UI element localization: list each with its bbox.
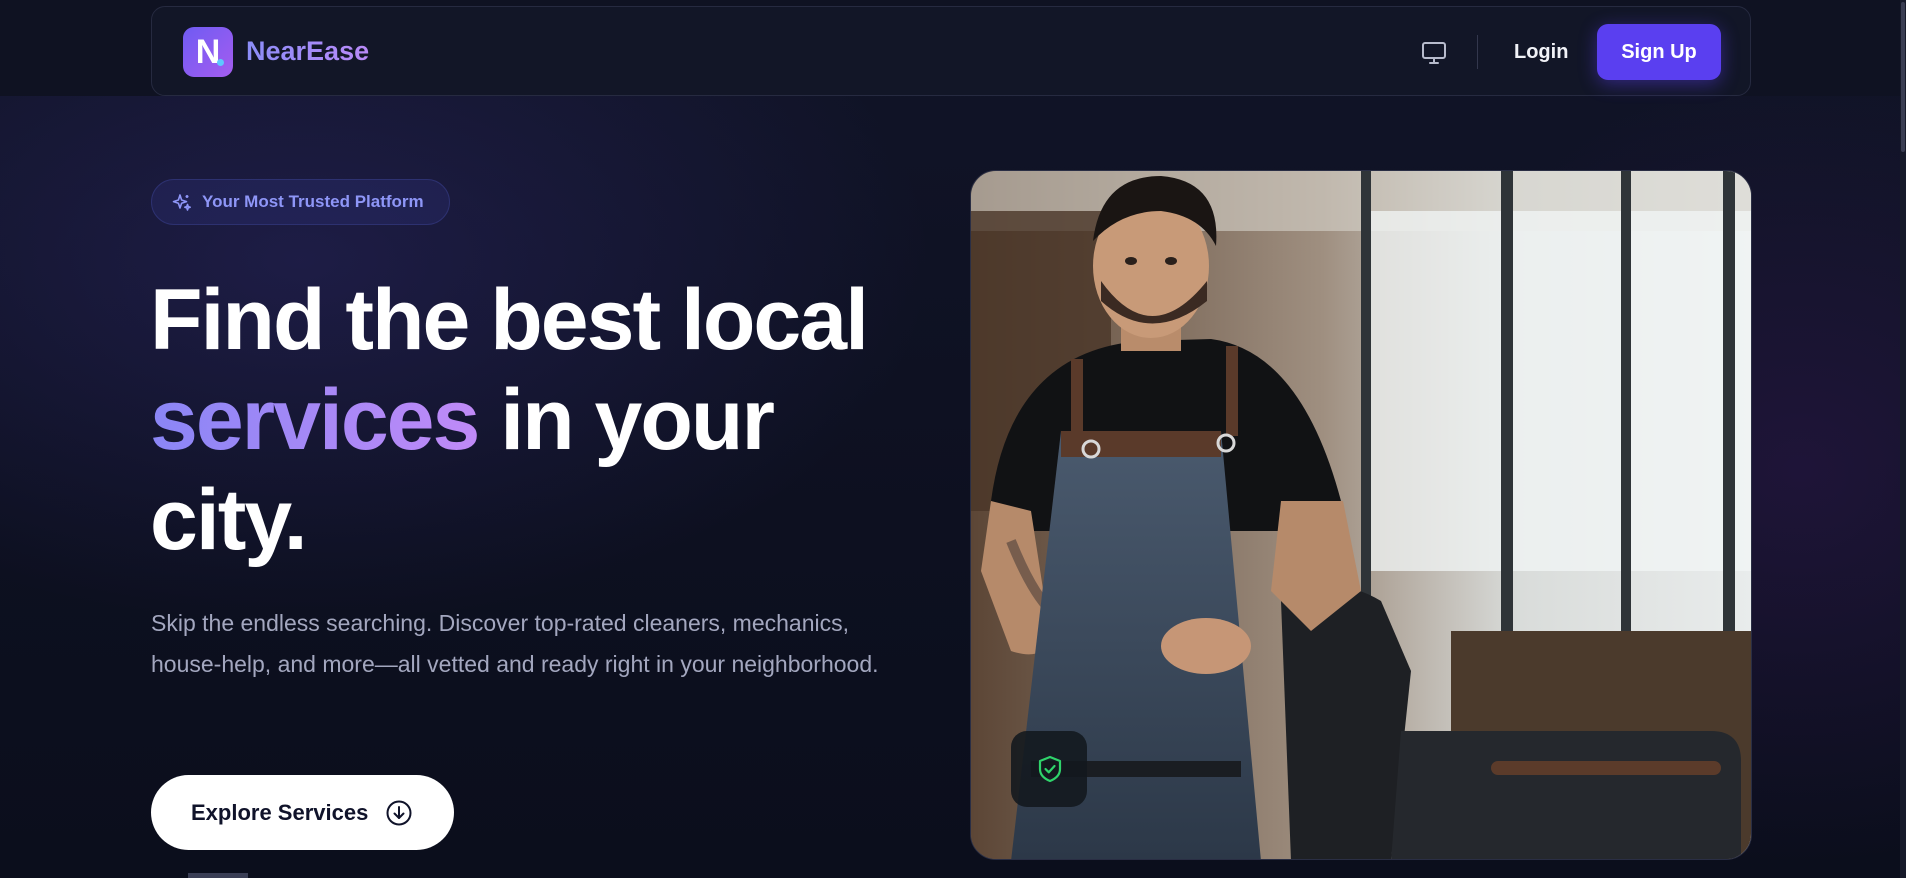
headline-line-2: services in your xyxy=(150,370,950,470)
headline-line-1: Find the best local xyxy=(150,272,869,368)
nav-divider xyxy=(1477,35,1478,69)
sparkles-icon xyxy=(172,193,192,213)
explore-services-button[interactable]: Explore Services xyxy=(151,775,454,850)
login-button[interactable]: Login xyxy=(1514,39,1568,65)
shield-check-icon xyxy=(1038,755,1062,783)
headline-accent: services xyxy=(150,372,480,468)
hero-subtext: Skip the endless searching. Discover top… xyxy=(151,610,879,677)
hero-image xyxy=(970,170,1752,860)
brand-name[interactable]: NearEase xyxy=(246,36,369,67)
logo-icon[interactable]: N xyxy=(183,27,233,77)
hero-headline: Find the best local services in your cit… xyxy=(150,270,950,570)
logo-letter: N xyxy=(195,33,221,71)
headline-line-2-rest: in your xyxy=(478,372,775,468)
logo-dot xyxy=(217,59,224,66)
verified-badge xyxy=(1011,731,1087,807)
monitor-icon[interactable] xyxy=(1420,39,1448,67)
scrollbar-thumb[interactable] xyxy=(1901,2,1905,152)
explore-services-label: Explore Services xyxy=(191,799,369,825)
landing-page: N NearEase Login Sign Up Your Most Trust… xyxy=(0,0,1906,878)
arrow-down-circle-icon xyxy=(385,799,413,827)
scroll-indicator xyxy=(188,873,248,878)
signup-button[interactable]: Sign Up xyxy=(1597,24,1721,80)
scrollbar[interactable] xyxy=(1900,0,1906,878)
badge-label: Your Most Trusted Platform xyxy=(202,192,424,211)
trusted-badge: Your Most Trusted Platform xyxy=(151,179,450,225)
headline-line-3: city. xyxy=(150,472,308,568)
navbar: N NearEase Login Sign Up xyxy=(151,6,1751,96)
